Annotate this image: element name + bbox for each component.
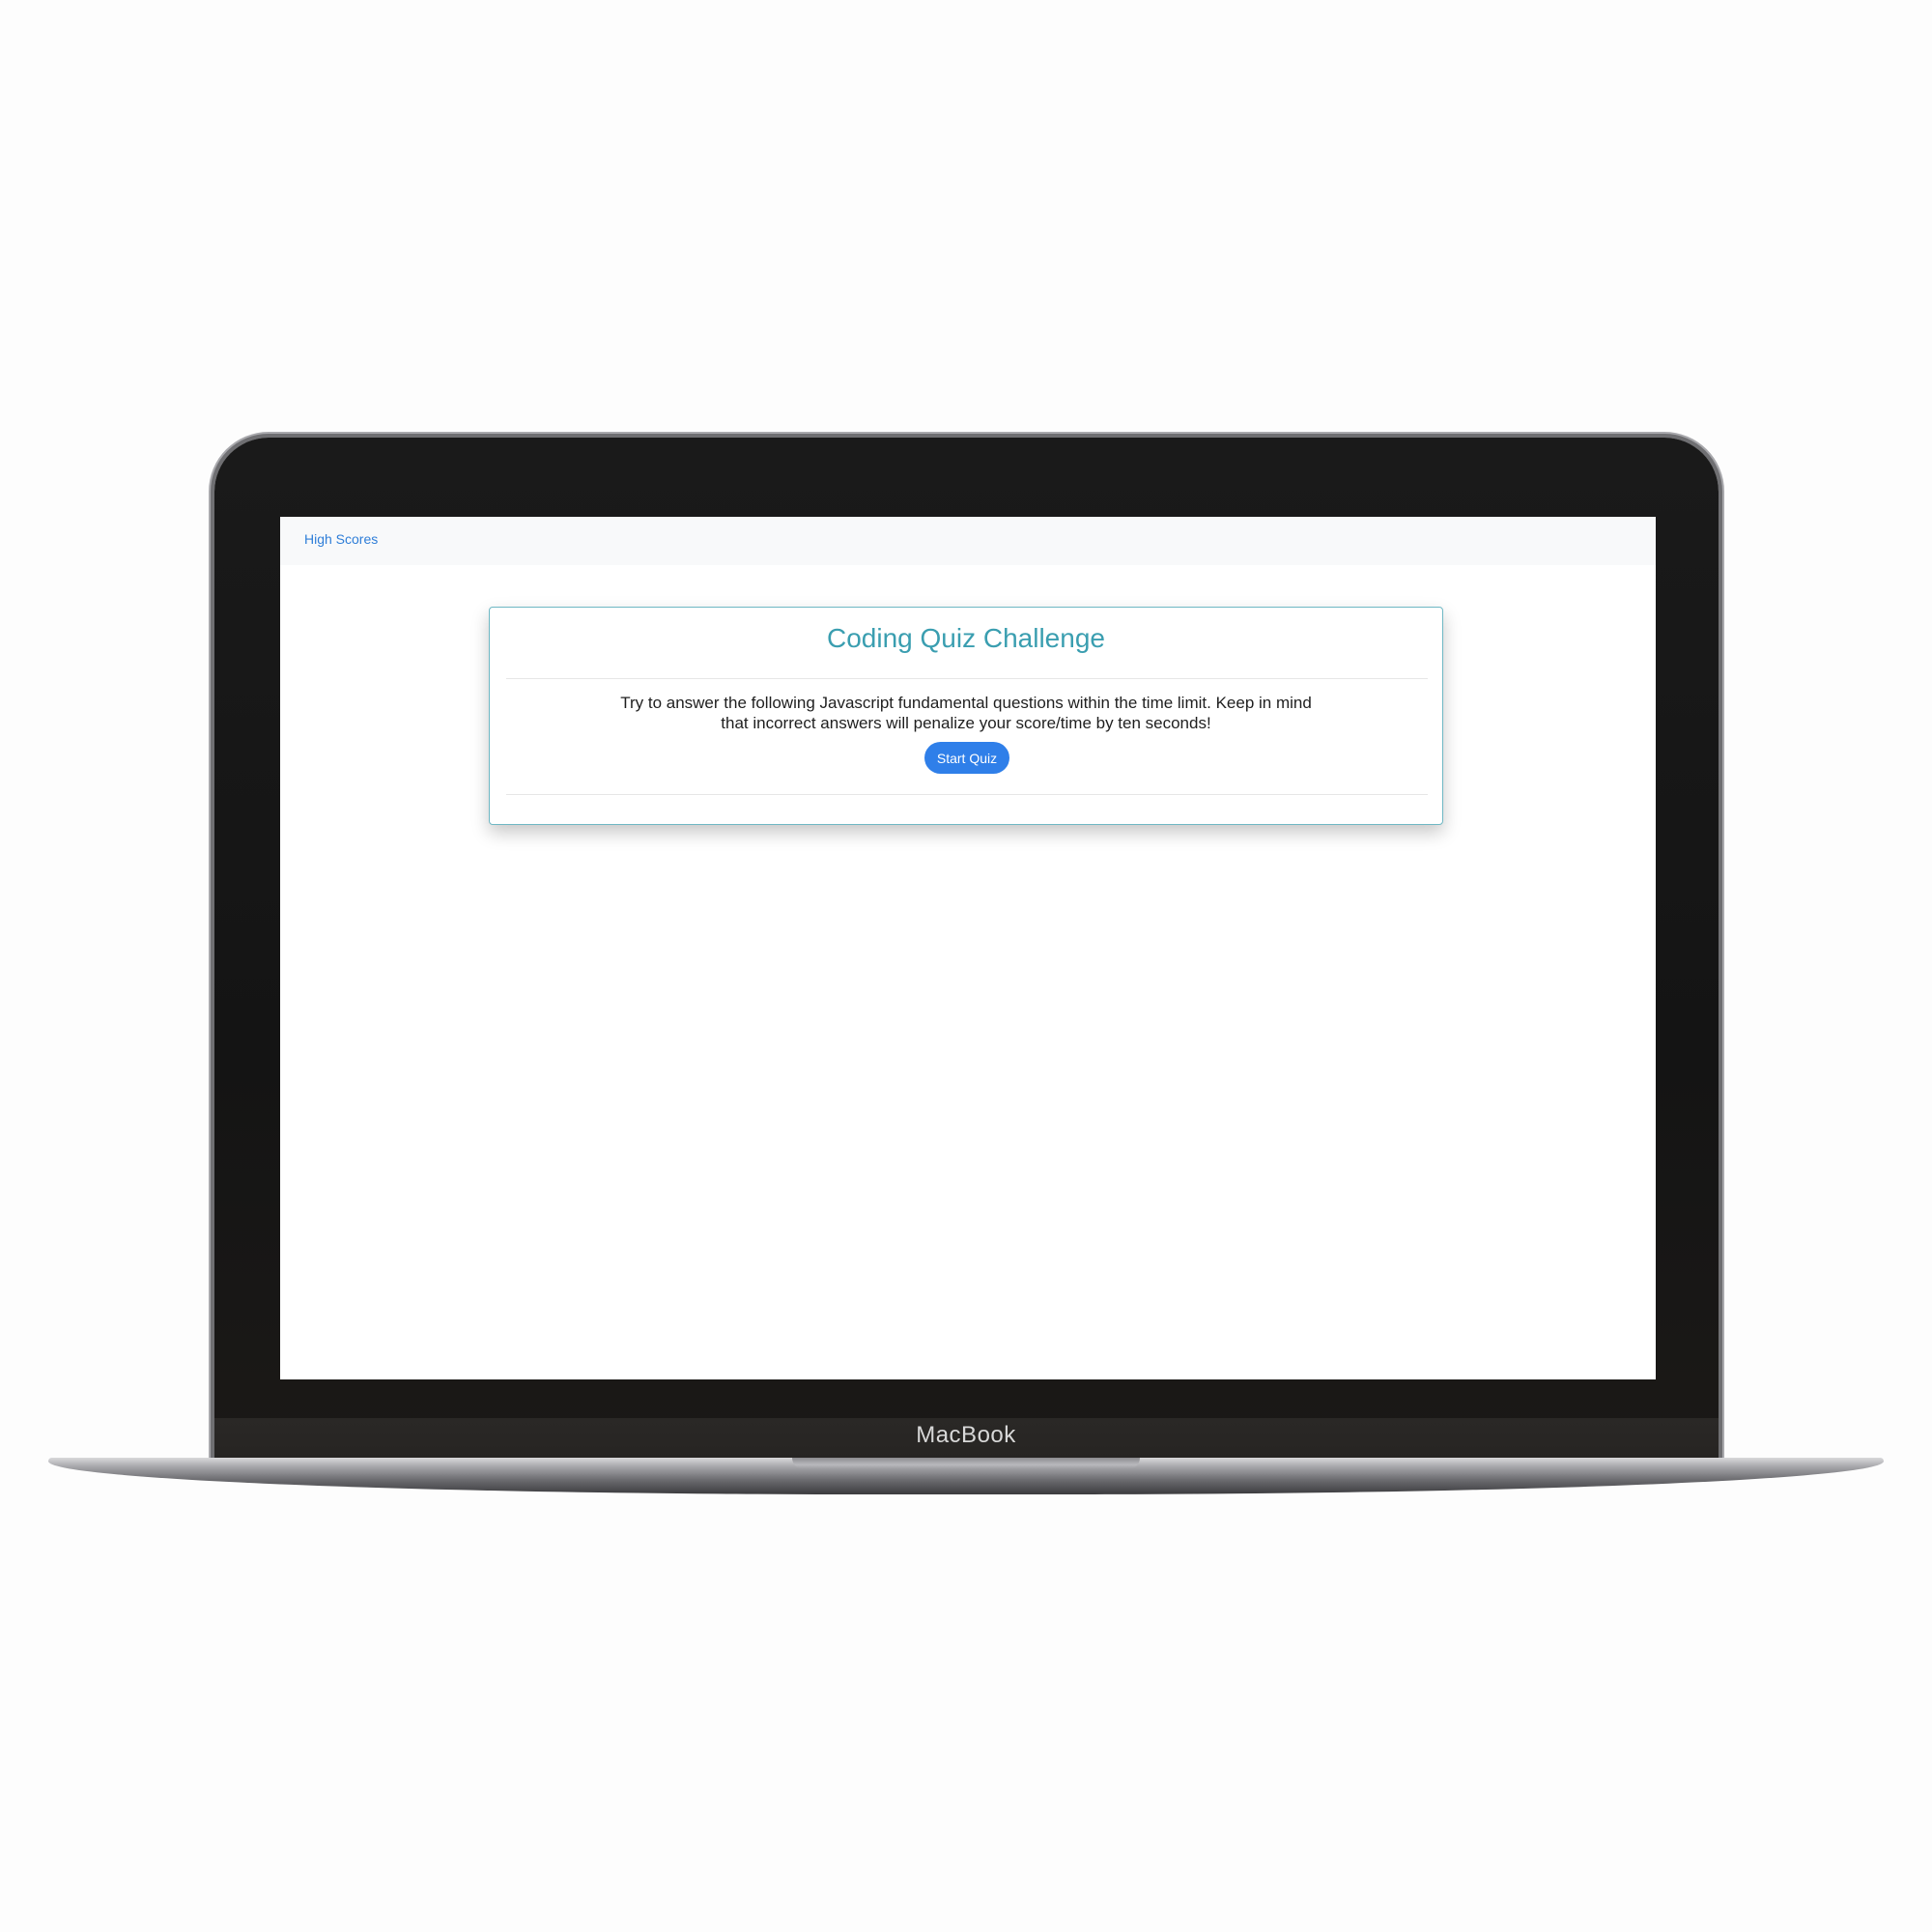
page-title: Coding Quiz Challenge [827, 623, 1105, 653]
browser-viewport: High Scores Coding Quiz Challenge Try to… [280, 517, 1656, 1379]
start-quiz-button[interactable]: Start Quiz [924, 742, 1009, 774]
high-scores-link[interactable]: High Scores [304, 531, 378, 547]
device-mockup: MacBook High Scores Coding Quiz Challeng… [0, 0, 1932, 1932]
card-divider-top [506, 678, 1428, 679]
quiz-instructions-line-1: Try to answer the following Javascript f… [620, 694, 1312, 712]
card-divider-bottom [506, 794, 1428, 795]
quiz-intro-card: Coding Quiz Challenge Try to answer the … [489, 607, 1443, 825]
laptop-hinge-notch [792, 1458, 1140, 1469]
device-brand-label: MacBook [916, 1422, 1016, 1448]
quiz-instructions-line-2: that incorrect answers will penalize you… [721, 714, 1211, 732]
top-navbar: High Scores [280, 517, 1656, 565]
quiz-instructions: Try to answer the following Javascript f… [490, 693, 1442, 733]
